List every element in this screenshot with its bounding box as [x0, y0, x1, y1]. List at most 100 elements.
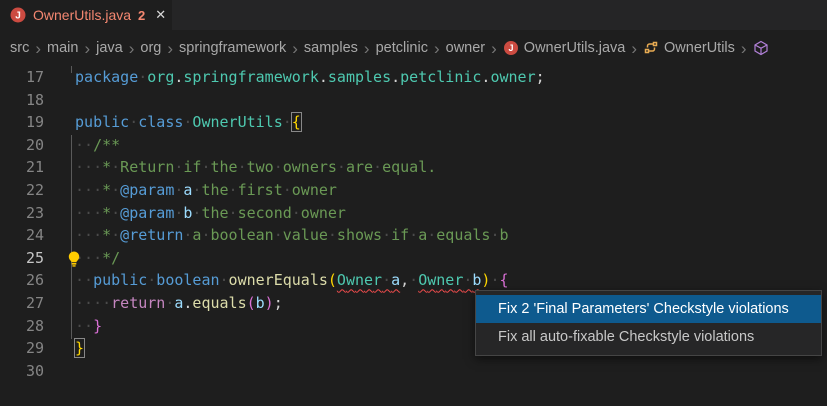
- breadcrumb-separator: ›: [364, 40, 370, 57]
- breadcrumb-separator: ›: [167, 40, 173, 57]
- whitespace-dot: ·: [129, 113, 138, 131]
- code-line: 20··/**: [0, 134, 827, 157]
- line-number[interactable]: 24: [0, 224, 44, 247]
- code-content[interactable]: ··/**: [44, 134, 120, 157]
- breadcrumb-label: owner: [446, 40, 486, 56]
- whitespace-dot: ·: [102, 294, 111, 312]
- whitespace-dot: ·: [75, 294, 84, 312]
- whitespace-dot: ·: [427, 226, 436, 244]
- whitespace-dot: ·: [373, 158, 382, 176]
- line-number[interactable]: 26: [0, 269, 44, 292]
- whitespace-dot: ·: [174, 158, 183, 176]
- breadcrumb-item-samples[interactable]: samples: [304, 40, 358, 56]
- vscode-editor-window: J OwnerUtils.java 2 ✕ src › main › java › org ›…: [0, 0, 827, 406]
- line-number[interactable]: 22: [0, 179, 44, 202]
- code-content[interactable]: ····return·a.equals(b);: [44, 292, 283, 315]
- whitespace-dot: ·: [192, 204, 201, 222]
- breadcrumb-separator: ›: [292, 40, 298, 57]
- whitespace-dot: ·: [490, 226, 499, 244]
- svg-text:J: J: [15, 11, 21, 22]
- line-number[interactable]: 20: [0, 134, 44, 157]
- whitespace-dot: ·: [84, 158, 93, 176]
- line-number[interactable]: 30: [0, 360, 44, 383]
- breadcrumb-item-ownerutils[interactable]: OwnerUtils: [643, 40, 735, 56]
- quickfix-menu-item[interactable]: Fix all auto-fixable Checkstyle violatio…: [476, 323, 821, 351]
- line-number[interactable]: 17: [0, 66, 44, 89]
- line-number[interactable]: 27: [0, 292, 44, 315]
- whitespace-dot: ·: [183, 226, 192, 244]
- code-content[interactable]: package·org.springframework.samples.petc…: [44, 66, 545, 89]
- whitespace-dot: ·: [84, 226, 93, 244]
- code-content[interactable]: ···*·Return·if·the·two·owners·are·equal.: [44, 156, 436, 179]
- breadcrumb-item-java[interactable]: java: [96, 40, 123, 56]
- line-number[interactable]: 19: [0, 111, 44, 134]
- whitespace-dot: ·: [337, 158, 346, 176]
- quickfix-menu: Fix 2 'Final Parameters' Checkstyle viol…: [475, 290, 822, 356]
- code-content[interactable]: public·class·OwnerUtils·{: [44, 111, 301, 134]
- breadcrumb-separator: ›: [491, 40, 497, 57]
- code-content[interactable]: [44, 360, 75, 383]
- whitespace-dot: ·: [84, 249, 93, 267]
- whitespace-dot: ·: [93, 294, 102, 312]
- whitespace-dot: ·: [192, 181, 201, 199]
- whitespace-dot: ·: [111, 226, 120, 244]
- whitespace-dot: ·: [84, 294, 93, 312]
- breadcrumb-item-method[interactable]: [753, 40, 769, 56]
- java-file-icon: J: [10, 7, 26, 23]
- line-number[interactable]: 21: [0, 156, 44, 179]
- whitespace-dot: ·: [93, 181, 102, 199]
- code-content[interactable]: [44, 89, 75, 112]
- breadcrumb-separator: ›: [129, 40, 135, 57]
- code-content[interactable]: ··}: [44, 315, 102, 338]
- breadcrumb-item-springframework[interactable]: springframework: [179, 40, 286, 56]
- code-content[interactable]: ···*·@return·a·boolean·value·shows·if·a·…: [44, 224, 509, 247]
- line-number[interactable]: 18: [0, 89, 44, 112]
- code-content[interactable]: }: [44, 337, 84, 360]
- code-content[interactable]: ···*·@param·a·the·first·owner: [44, 179, 337, 202]
- whitespace-dot: ·: [75, 181, 84, 199]
- breadcrumb-item-org[interactable]: org: [140, 40, 161, 56]
- code-content[interactable]: ··public·boolean·ownerEquals(Owner·a,·Ow…: [44, 269, 509, 292]
- whitespace-dot: ·: [165, 294, 174, 312]
- whitespace-dot: ·: [238, 158, 247, 176]
- breadcrumb-label: samples: [304, 40, 358, 56]
- code-content[interactable]: ···*·@param·b·the·second·owner: [44, 202, 346, 225]
- whitespace-dot: ·: [138, 68, 147, 86]
- svg-text:J: J: [508, 43, 513, 53]
- line-number[interactable]: 25: [0, 247, 44, 270]
- whitespace-dot: ·: [201, 158, 210, 176]
- breadcrumb-item-ownerutils-java[interactable]: J OwnerUtils.java: [503, 40, 626, 56]
- tab-close-icon[interactable]: ✕: [155, 7, 166, 23]
- quickfix-menu-item[interactable]: Fix 2 'Final Parameters' Checkstyle viol…: [476, 295, 821, 323]
- tab-title: OwnerUtils.java: [33, 7, 131, 23]
- whitespace-dot: ·: [84, 136, 93, 154]
- class-icon: [643, 40, 659, 56]
- line-number[interactable]: 23: [0, 202, 44, 225]
- line-number[interactable]: 29: [0, 337, 44, 360]
- whitespace-dot: ·: [201, 226, 210, 244]
- line-number[interactable]: 28: [0, 315, 44, 338]
- breadcrumb-label: OwnerUtils.java: [524, 40, 626, 56]
- breadcrumb-item-owner[interactable]: owner: [446, 40, 486, 56]
- whitespace-dot: ·: [220, 271, 229, 289]
- whitespace-dot: ·: [84, 181, 93, 199]
- code-line: 22···*·@param·a·the·first·owner: [0, 179, 827, 202]
- breadcrumb-item-petclinic[interactable]: petclinic: [376, 40, 428, 56]
- whitespace-dot: ·: [75, 204, 84, 222]
- method-icon: [753, 40, 769, 56]
- whitespace-dot: ·: [111, 158, 120, 176]
- whitespace-dot: ·: [93, 249, 102, 267]
- breadcrumb-label: OwnerUtils: [664, 40, 735, 56]
- whitespace-dot: ·: [75, 136, 84, 154]
- tab-ownerutils-java[interactable]: J OwnerUtils.java 2 ✕: [0, 0, 172, 30]
- breadcrumb-item-src[interactable]: src: [10, 40, 29, 56]
- breadcrumb-item-main[interactable]: main: [47, 40, 78, 56]
- whitespace-dot: ·: [283, 113, 292, 131]
- breadcrumb-separator: ›: [35, 40, 41, 57]
- whitespace-dot: ·: [292, 204, 301, 222]
- tab-problems-badge: 2: [138, 8, 145, 23]
- whitespace-dot: ·: [382, 226, 391, 244]
- lightbulb-icon[interactable]: [65, 250, 83, 268]
- code-line: 21···*·Return·if·the·two·owners·are·equa…: [0, 156, 827, 179]
- whitespace-dot: ·: [84, 271, 93, 289]
